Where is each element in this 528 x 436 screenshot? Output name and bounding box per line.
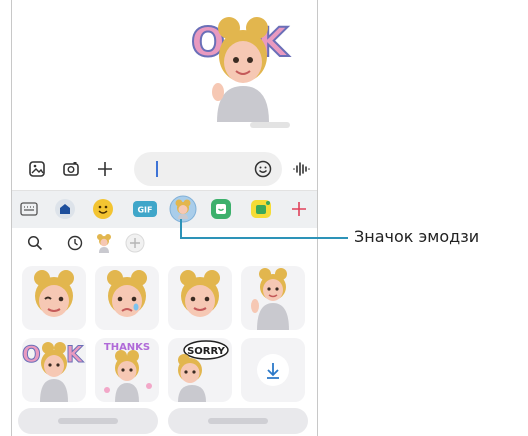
bitmoji-icon[interactable] (250, 198, 272, 220)
svg-text:O: O (22, 343, 41, 368)
give-feedback-button[interactable] (168, 408, 308, 434)
sticker-sub-row (12, 228, 317, 258)
gif-label: GIF (137, 206, 152, 215)
callout-label: Значок эмодзи (354, 227, 480, 246)
sticker-ok[interactable]: OK (22, 338, 86, 402)
chat-area: O K (12, 0, 317, 145)
sticker-cry[interactable] (95, 266, 159, 330)
message-timestamp (250, 122, 290, 128)
download-icon (257, 354, 289, 386)
sticker-smile[interactable] (168, 266, 232, 330)
make-stickers-button[interactable] (18, 408, 158, 434)
gallery-icon[interactable] (26, 158, 48, 180)
recent-icon[interactable] (64, 232, 86, 254)
search-icon[interactable] (24, 232, 46, 254)
ar-emoji-icon[interactable] (169, 195, 197, 223)
sorry-label: SORRY (187, 346, 226, 357)
callout-connector-line (180, 237, 348, 239)
sticker-grid: OK THANKS SORRY (12, 260, 317, 410)
thanks-label: THANKS (104, 342, 150, 353)
svg-text:K: K (66, 343, 84, 368)
voice-icon[interactable] (290, 158, 312, 180)
home-icon[interactable] (54, 198, 76, 220)
sticker-tab-icon[interactable] (210, 198, 232, 220)
add-tab-icon[interactable] (288, 198, 310, 220)
emoji-tab-icon[interactable] (92, 198, 114, 220)
add-pack-icon[interactable] (124, 232, 146, 254)
gif-icon[interactable]: GIF (132, 198, 158, 220)
sticker-thanks[interactable]: THANKS (95, 338, 159, 402)
phone-screen: O K GIF O K THANKS SORRY (11, 0, 318, 436)
callout-connector (180, 219, 182, 239)
sticker-sorry[interactable]: SORRY (168, 338, 232, 402)
avatar-pack-icon[interactable] (93, 232, 115, 254)
sticker-wave[interactable] (241, 266, 305, 330)
text-caret (156, 161, 158, 177)
camera-icon[interactable] (60, 158, 82, 180)
sent-ok-sticker[interactable]: O K (187, 10, 299, 122)
plus-icon[interactable] (94, 158, 116, 180)
sticker-wink[interactable] (22, 266, 86, 330)
keyboard-icon[interactable] (18, 198, 40, 220)
message-input-bar (12, 150, 317, 188)
message-text-field[interactable] (134, 152, 282, 186)
emoji-icon[interactable] (253, 159, 273, 179)
keyboard-tab-row: GIF (12, 190, 317, 229)
download-more-cell[interactable] (241, 338, 305, 402)
